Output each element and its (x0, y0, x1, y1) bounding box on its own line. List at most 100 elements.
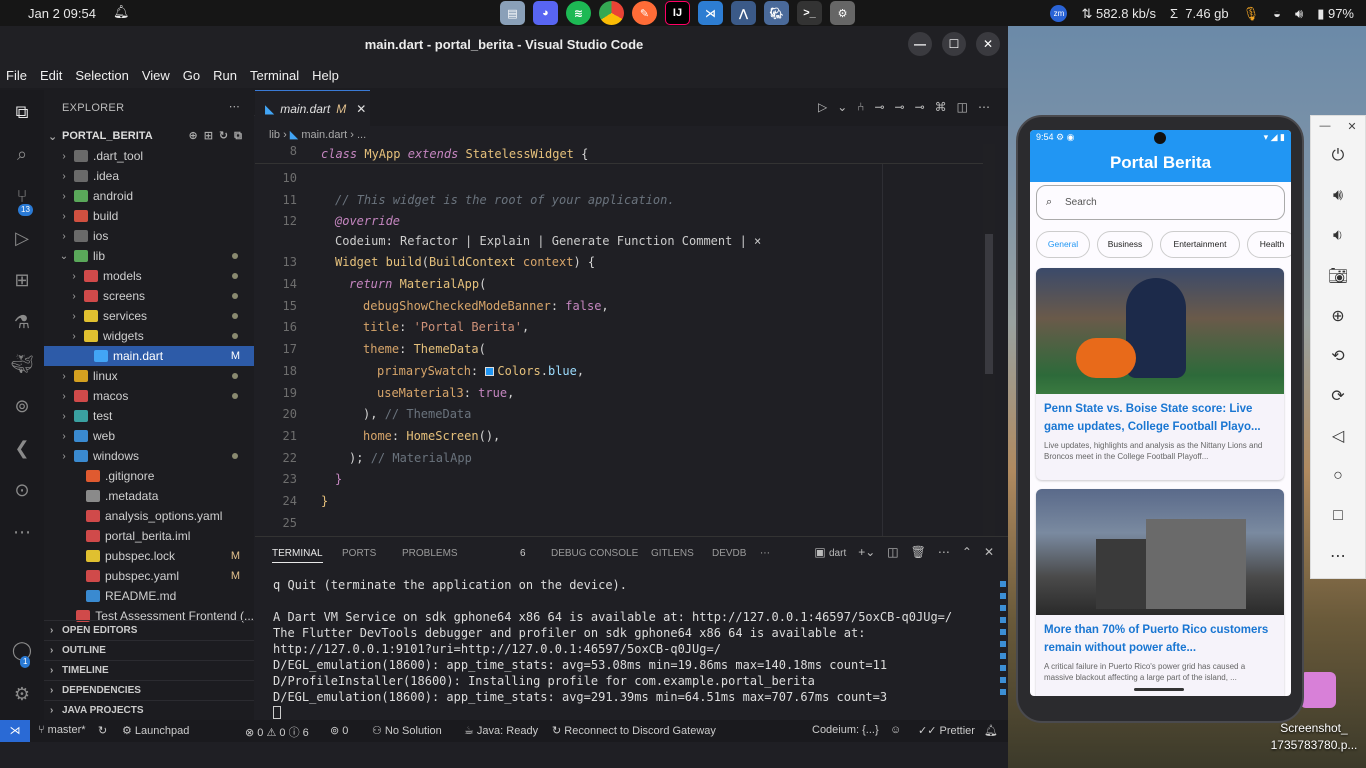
more-icon[interactable]: ⋯ (1311, 536, 1365, 576)
volume-up-icon[interactable]: 🔊︎ (1311, 176, 1365, 216)
panel-open-editors[interactable]: › OPEN EDITORS (44, 620, 254, 640)
desktop-file-icon[interactable] (1300, 672, 1336, 708)
android-studio-app-icon[interactable]: ⋀ (731, 1, 756, 25)
tree-item[interactable]: › windows (44, 446, 254, 466)
tree-item[interactable]: main.dart M (44, 346, 254, 366)
chip-business[interactable]: Business (1097, 231, 1153, 258)
panel-timeline[interactable]: › TIMELINE (44, 660, 254, 680)
manage-gear-icon[interactable]: ⚙ (10, 682, 34, 706)
tab-terminal[interactable]: TERMINAL (272, 548, 323, 563)
menu-edit[interactable]: Edit (40, 68, 62, 83)
discord-app-icon[interactable]: ◕ (533, 1, 558, 25)
remote-explorer-icon[interactable]: ⊙ (10, 478, 34, 502)
split-terminal-icon[interactable]: ◫ (887, 545, 898, 559)
close-panel-icon[interactable]: ✕ (984, 545, 994, 559)
search-icon[interactable]: ⌕ (10, 142, 34, 166)
tree-item[interactable]: › models (44, 266, 254, 286)
codeium-status[interactable]: Codeium: {...} (812, 724, 879, 736)
emulator-close-icon[interactable]: ✕ (1347, 120, 1356, 133)
postgres-app-icon[interactable]: 🐘︎ (764, 1, 789, 25)
tab-devdb[interactable]: DEVDB (712, 548, 746, 559)
editor-actions-icons[interactable]: ▷⌄⑃⊸⊸⊸⌘◫⋯ (818, 100, 1000, 114)
solution-status[interactable]: ⚇ No Solution (372, 724, 442, 737)
tree-item[interactable]: › android (44, 186, 254, 206)
copilot-status-icon[interactable]: ☺ (890, 724, 901, 736)
tree-item[interactable]: pubspec.lock M (44, 546, 254, 566)
overview-icon[interactable]: □ (1311, 496, 1365, 536)
zoom-tray-icon[interactable]: zm (1050, 5, 1068, 22)
tree-item[interactable]: › .idea (44, 166, 254, 186)
power-icon[interactable]: ⏻ (1311, 136, 1365, 176)
menu-go[interactable]: Go (183, 68, 200, 83)
menu-run[interactable]: Run (213, 68, 237, 83)
sticky-scroll-line[interactable]: 8 class MyApp extends StatelessWidget { (255, 144, 995, 164)
menu-view[interactable]: View (142, 68, 170, 83)
terminal-app-icon[interactable]: >_ (797, 1, 822, 25)
color-swatch-icon[interactable] (485, 367, 495, 376)
desktop-file-label[interactable]: Screenshot_ 1735783780.p... (1262, 720, 1366, 754)
trash-icon[interactable]: 🗑︎ (911, 545, 926, 559)
rotate-right-icon[interactable]: ⟳ (1311, 376, 1365, 416)
panel-java-projects[interactable]: › JAVA PROJECTS (44, 700, 254, 720)
tree-item[interactable]: README.md (44, 586, 254, 606)
tab-ports[interactable]: PORTS (342, 548, 376, 559)
maximize-button[interactable]: ☐ (942, 32, 966, 56)
clock[interactable]: Jan 2 09:54 (28, 6, 96, 21)
news-title[interactable]: Penn State vs. Boise State score: Live g… (1036, 394, 1284, 434)
launchpad-button[interactable]: ⚙ Launchpad (122, 724, 189, 737)
explorer-icon[interactable]: ⧉ (10, 100, 34, 124)
bell-icon[interactable]: 🔔︎ (113, 4, 130, 20)
notifications-icon[interactable]: 🔔︎ (984, 724, 998, 737)
volume-down-icon[interactable]: 🔉︎ (1311, 216, 1365, 256)
codeium-codelens[interactable]: Codeium: Refactor | Explain | Generate F… (335, 231, 761, 251)
microphone-icon[interactable]: 🎙︎ (1243, 6, 1260, 22)
back-icon[interactable]: ◁ (1311, 416, 1365, 456)
tree-item[interactable]: ⌄ lib (44, 246, 254, 266)
close-tab-icon[interactable]: ✕ (356, 102, 366, 116)
sync-icon[interactable]: ↻ (98, 724, 107, 737)
wifi-icon[interactable]: ◒ (1273, 6, 1281, 21)
news-card[interactable]: Penn State vs. Boise State score: Live g… (1036, 268, 1284, 480)
news-title[interactable]: More than 70% of Puerto Rico customers r… (1036, 615, 1284, 655)
terminal-output[interactable]: q Quit (terminate the application on the… (273, 577, 952, 721)
chip-health[interactable]: Health (1247, 231, 1291, 258)
tree-item[interactable]: .metadata (44, 486, 254, 506)
menu-terminal[interactable]: Terminal (250, 68, 299, 83)
menu-selection[interactable]: Selection (75, 68, 128, 83)
testing-icon[interactable]: ⚗ (10, 310, 34, 334)
news-card[interactable]: More than 70% of Puerto Rico customers r… (1036, 489, 1284, 696)
settings-app-icon[interactable]: ⚙ (830, 1, 855, 25)
zoom-icon[interactable]: ⊕ (1311, 296, 1365, 336)
more-actions-icon[interactable]: ⋯ (938, 545, 950, 559)
tree-item[interactable]: › .dart_tool (44, 146, 254, 166)
tab-main-dart[interactable]: ◣ main.dart M ✕ (255, 90, 370, 126)
git-branch[interactable]: ⑂ master* (38, 724, 86, 736)
jetbrains-app-icon[interactable]: IJ (665, 1, 690, 25)
files-app-icon[interactable]: ▤ (500, 1, 525, 25)
tree-item[interactable]: › screens (44, 286, 254, 306)
more-actions-icon[interactable]: ⋯ (229, 100, 240, 113)
maximize-panel-icon[interactable]: ⌃ (962, 545, 972, 559)
gitlens-icon[interactable]: ⊚ (10, 394, 34, 418)
tree-item[interactable]: › build (44, 206, 254, 226)
tree-item[interactable]: › linux (44, 366, 254, 386)
tree-item[interactable]: › services (44, 306, 254, 326)
battery-status[interactable]: ▮ 97% (1317, 6, 1354, 22)
rotate-left-icon[interactable]: ⟲ (1311, 336, 1365, 376)
tree-item[interactable]: analysis_options.yaml (44, 506, 254, 526)
prettier-status[interactable]: ✓✓ Prettier (918, 724, 975, 737)
run-debug-icon[interactable]: ▷ (10, 226, 34, 250)
spotify-app-icon[interactable]: ≋ (566, 1, 591, 25)
tree-item[interactable]: › test (44, 406, 254, 426)
vscode-app-icon[interactable]: ⋊ (698, 1, 723, 25)
menu-file[interactable]: File (6, 68, 27, 83)
discord-status[interactable]: ↻ Reconnect to Discord Gateway (552, 724, 716, 737)
tree-item[interactable]: › web (44, 426, 254, 446)
code-editor[interactable]: 8 class MyApp extends StatelessWidget { … (255, 144, 995, 536)
terminal-shell-selector[interactable]: ▣ dart (814, 545, 846, 559)
minimize-button[interactable]: — (908, 32, 932, 56)
tab-gitlens[interactable]: GITLENS (651, 548, 694, 559)
postman-app-icon[interactable]: ✎ (632, 1, 657, 25)
tree-item[interactable]: portal_berita.iml (44, 526, 254, 546)
tab-problems[interactable]: PROBLEMS (402, 548, 458, 559)
